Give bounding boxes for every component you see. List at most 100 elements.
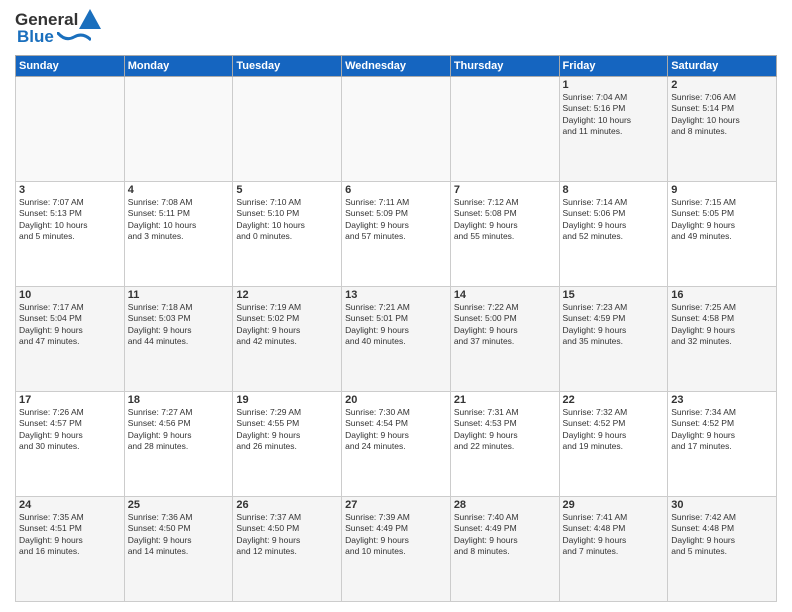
day-number: 9 (671, 184, 773, 196)
weekday-header: Saturday (668, 56, 777, 77)
day-number: 18 (128, 394, 230, 406)
day-info: Sunrise: 7:08 AM Sunset: 5:11 PM Dayligh… (128, 197, 230, 243)
day-info: Sunrise: 7:40 AM Sunset: 4:49 PM Dayligh… (454, 512, 556, 558)
calendar-cell: 11Sunrise: 7:18 AM Sunset: 5:03 PM Dayli… (124, 287, 233, 392)
day-number: 4 (128, 184, 230, 196)
day-number: 7 (454, 184, 556, 196)
day-number: 1 (563, 79, 665, 91)
weekday-header: Monday (124, 56, 233, 77)
day-number: 25 (128, 499, 230, 511)
day-info: Sunrise: 7:04 AM Sunset: 5:16 PM Dayligh… (563, 92, 665, 138)
day-info: Sunrise: 7:22 AM Sunset: 5:00 PM Dayligh… (454, 302, 556, 348)
day-number: 16 (671, 289, 773, 301)
logo-blue: Blue (17, 27, 54, 47)
calendar-cell: 9Sunrise: 7:15 AM Sunset: 5:05 PM Daylig… (668, 182, 777, 287)
calendar-cell: 16Sunrise: 7:25 AM Sunset: 4:58 PM Dayli… (668, 287, 777, 392)
day-number: 19 (236, 394, 338, 406)
day-info: Sunrise: 7:32 AM Sunset: 4:52 PM Dayligh… (563, 407, 665, 453)
calendar-table: SundayMondayTuesdayWednesdayThursdayFrid… (15, 55, 777, 602)
calendar-cell (342, 77, 451, 182)
weekday-header: Thursday (450, 56, 559, 77)
calendar-cell: 15Sunrise: 7:23 AM Sunset: 4:59 PM Dayli… (559, 287, 668, 392)
calendar-week-row: 10Sunrise: 7:17 AM Sunset: 5:04 PM Dayli… (16, 287, 777, 392)
day-number: 26 (236, 499, 338, 511)
day-number: 5 (236, 184, 338, 196)
day-number: 11 (128, 289, 230, 301)
logo-wave-icon (57, 32, 91, 42)
day-info: Sunrise: 7:36 AM Sunset: 4:50 PM Dayligh… (128, 512, 230, 558)
calendar-week-row: 17Sunrise: 7:26 AM Sunset: 4:57 PM Dayli… (16, 392, 777, 497)
weekday-header: Wednesday (342, 56, 451, 77)
day-info: Sunrise: 7:39 AM Sunset: 4:49 PM Dayligh… (345, 512, 447, 558)
page: General Blue SundayMondayTuesdayWednesda… (0, 0, 792, 612)
day-info: Sunrise: 7:42 AM Sunset: 4:48 PM Dayligh… (671, 512, 773, 558)
calendar-cell: 12Sunrise: 7:19 AM Sunset: 5:02 PM Dayli… (233, 287, 342, 392)
calendar-cell: 7Sunrise: 7:12 AM Sunset: 5:08 PM Daylig… (450, 182, 559, 287)
day-number: 28 (454, 499, 556, 511)
calendar-week-row: 3Sunrise: 7:07 AM Sunset: 5:13 PM Daylig… (16, 182, 777, 287)
day-number: 3 (19, 184, 121, 196)
calendar-cell: 25Sunrise: 7:36 AM Sunset: 4:50 PM Dayli… (124, 497, 233, 602)
day-info: Sunrise: 7:15 AM Sunset: 5:05 PM Dayligh… (671, 197, 773, 243)
day-number: 20 (345, 394, 447, 406)
calendar-cell: 21Sunrise: 7:31 AM Sunset: 4:53 PM Dayli… (450, 392, 559, 497)
calendar-cell: 23Sunrise: 7:34 AM Sunset: 4:52 PM Dayli… (668, 392, 777, 497)
day-number: 2 (671, 79, 773, 91)
day-info: Sunrise: 7:41 AM Sunset: 4:48 PM Dayligh… (563, 512, 665, 558)
calendar-cell: 2Sunrise: 7:06 AM Sunset: 5:14 PM Daylig… (668, 77, 777, 182)
day-info: Sunrise: 7:37 AM Sunset: 4:50 PM Dayligh… (236, 512, 338, 558)
calendar-cell (16, 77, 125, 182)
calendar-cell: 10Sunrise: 7:17 AM Sunset: 5:04 PM Dayli… (16, 287, 125, 392)
day-number: 13 (345, 289, 447, 301)
day-number: 21 (454, 394, 556, 406)
day-number: 27 (345, 499, 447, 511)
calendar-cell: 14Sunrise: 7:22 AM Sunset: 5:00 PM Dayli… (450, 287, 559, 392)
weekday-header: Friday (559, 56, 668, 77)
day-number: 10 (19, 289, 121, 301)
calendar-cell: 26Sunrise: 7:37 AM Sunset: 4:50 PM Dayli… (233, 497, 342, 602)
day-info: Sunrise: 7:31 AM Sunset: 4:53 PM Dayligh… (454, 407, 556, 453)
day-number: 15 (563, 289, 665, 301)
day-info: Sunrise: 7:27 AM Sunset: 4:56 PM Dayligh… (128, 407, 230, 453)
calendar-cell: 4Sunrise: 7:08 AM Sunset: 5:11 PM Daylig… (124, 182, 233, 287)
day-info: Sunrise: 7:07 AM Sunset: 5:13 PM Dayligh… (19, 197, 121, 243)
day-number: 12 (236, 289, 338, 301)
calendar-cell: 24Sunrise: 7:35 AM Sunset: 4:51 PM Dayli… (16, 497, 125, 602)
calendar-cell: 29Sunrise: 7:41 AM Sunset: 4:48 PM Dayli… (559, 497, 668, 602)
day-info: Sunrise: 7:30 AM Sunset: 4:54 PM Dayligh… (345, 407, 447, 453)
calendar-cell: 17Sunrise: 7:26 AM Sunset: 4:57 PM Dayli… (16, 392, 125, 497)
weekday-header: Tuesday (233, 56, 342, 77)
day-number: 22 (563, 394, 665, 406)
calendar-header-row: SundayMondayTuesdayWednesdayThursdayFrid… (16, 56, 777, 77)
day-info: Sunrise: 7:12 AM Sunset: 5:08 PM Dayligh… (454, 197, 556, 243)
day-number: 30 (671, 499, 773, 511)
day-info: Sunrise: 7:34 AM Sunset: 4:52 PM Dayligh… (671, 407, 773, 453)
day-info: Sunrise: 7:11 AM Sunset: 5:09 PM Dayligh… (345, 197, 447, 243)
day-info: Sunrise: 7:06 AM Sunset: 5:14 PM Dayligh… (671, 92, 773, 138)
calendar-cell: 8Sunrise: 7:14 AM Sunset: 5:06 PM Daylig… (559, 182, 668, 287)
calendar-cell: 28Sunrise: 7:40 AM Sunset: 4:49 PM Dayli… (450, 497, 559, 602)
calendar-cell (124, 77, 233, 182)
day-info: Sunrise: 7:17 AM Sunset: 5:04 PM Dayligh… (19, 302, 121, 348)
day-info: Sunrise: 7:29 AM Sunset: 4:55 PM Dayligh… (236, 407, 338, 453)
calendar-cell: 5Sunrise: 7:10 AM Sunset: 5:10 PM Daylig… (233, 182, 342, 287)
calendar-cell: 18Sunrise: 7:27 AM Sunset: 4:56 PM Dayli… (124, 392, 233, 497)
calendar-cell: 3Sunrise: 7:07 AM Sunset: 5:13 PM Daylig… (16, 182, 125, 287)
day-info: Sunrise: 7:14 AM Sunset: 5:06 PM Dayligh… (563, 197, 665, 243)
calendar-week-row: 1Sunrise: 7:04 AM Sunset: 5:16 PM Daylig… (16, 77, 777, 182)
calendar-cell: 13Sunrise: 7:21 AM Sunset: 5:01 PM Dayli… (342, 287, 451, 392)
day-info: Sunrise: 7:23 AM Sunset: 4:59 PM Dayligh… (563, 302, 665, 348)
calendar-cell: 1Sunrise: 7:04 AM Sunset: 5:16 PM Daylig… (559, 77, 668, 182)
day-info: Sunrise: 7:35 AM Sunset: 4:51 PM Dayligh… (19, 512, 121, 558)
calendar-cell: 6Sunrise: 7:11 AM Sunset: 5:09 PM Daylig… (342, 182, 451, 287)
day-info: Sunrise: 7:19 AM Sunset: 5:02 PM Dayligh… (236, 302, 338, 348)
calendar-cell: 22Sunrise: 7:32 AM Sunset: 4:52 PM Dayli… (559, 392, 668, 497)
calendar-cell: 30Sunrise: 7:42 AM Sunset: 4:48 PM Dayli… (668, 497, 777, 602)
day-number: 6 (345, 184, 447, 196)
day-number: 24 (19, 499, 121, 511)
day-info: Sunrise: 7:18 AM Sunset: 5:03 PM Dayligh… (128, 302, 230, 348)
calendar-cell: 27Sunrise: 7:39 AM Sunset: 4:49 PM Dayli… (342, 497, 451, 602)
day-info: Sunrise: 7:25 AM Sunset: 4:58 PM Dayligh… (671, 302, 773, 348)
calendar-cell (233, 77, 342, 182)
calendar-cell: 19Sunrise: 7:29 AM Sunset: 4:55 PM Dayli… (233, 392, 342, 497)
